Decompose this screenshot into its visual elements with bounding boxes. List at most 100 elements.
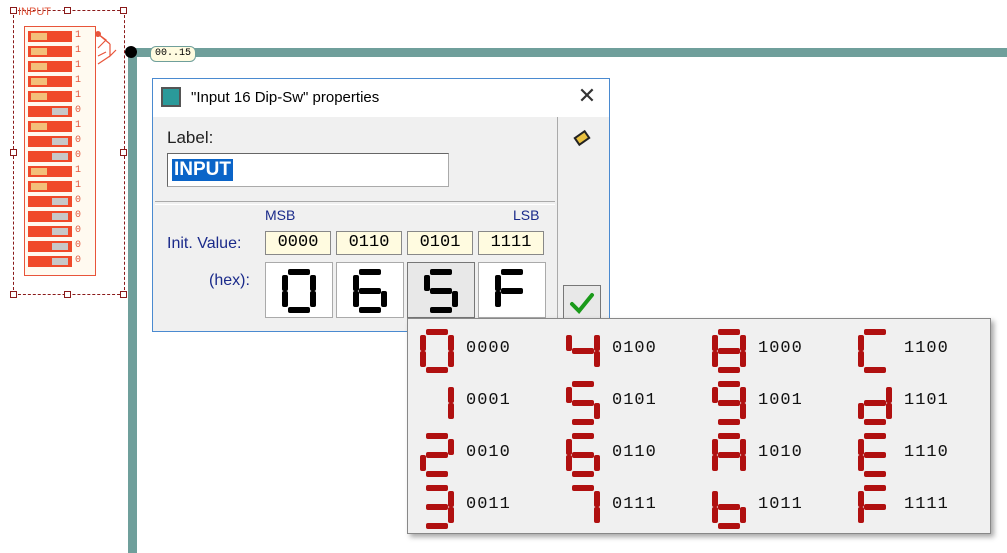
dip-switch[interactable] <box>28 196 72 207</box>
hex-reference-cell[interactable]: 0000 <box>412 323 558 375</box>
segment-c <box>594 455 600 471</box>
segment-c <box>740 351 746 367</box>
dip-switch[interactable] <box>28 46 72 57</box>
resize-handle[interactable] <box>64 291 71 298</box>
segment-f <box>353 275 359 291</box>
nibble-field[interactable]: 0000 <box>265 231 331 255</box>
segment-c <box>740 455 746 471</box>
hex-reference-cell[interactable]: 0101 <box>558 375 704 427</box>
segment-f <box>712 387 718 403</box>
nibble-field[interactable]: 0101 <box>407 231 473 255</box>
title-bar[interactable]: "Input 16 Dip-Sw" properties ✕ <box>153 79 609 117</box>
hex-reference-cell[interactable]: 1111 <box>850 479 996 531</box>
dip-switch[interactable] <box>28 76 72 87</box>
hex-digit-button[interactable] <box>265 262 333 318</box>
dip-switch-knob <box>31 63 47 70</box>
hex-reference-bits: 0011 <box>466 495 511 514</box>
seven-segment-digit <box>420 433 454 477</box>
dip-switch-bit: 0 <box>75 225 82 236</box>
segment-a <box>718 329 740 335</box>
segment-d <box>430 307 452 313</box>
segment-c <box>448 403 454 419</box>
dip-switch[interactable] <box>28 106 72 117</box>
segment-f <box>420 335 426 351</box>
dip-switch-bit: 0 <box>75 210 82 221</box>
dip-switch-knob <box>52 198 68 205</box>
dip-switch-knob <box>31 123 47 130</box>
resize-handle[interactable] <box>64 7 71 14</box>
label-input[interactable]: INPUT <box>167 153 449 187</box>
segment-f <box>282 275 288 291</box>
hex-reference-bits: 1111 <box>904 495 949 514</box>
hex-digit-button[interactable] <box>336 262 404 318</box>
resize-handle[interactable] <box>120 7 127 14</box>
dip-switch[interactable] <box>28 121 72 132</box>
nibble-field[interactable]: 1111 <box>478 231 544 255</box>
segment-d <box>864 367 886 373</box>
dip-switch[interactable] <box>28 181 72 192</box>
hex-reference-bits: 1000 <box>758 339 803 358</box>
segment-c <box>594 507 600 523</box>
segment-c <box>381 291 387 307</box>
dip-switch[interactable] <box>28 166 72 177</box>
close-icon: ✕ <box>577 83 597 108</box>
hex-reference-cell[interactable]: 1001 <box>704 375 850 427</box>
dip-switch-knob <box>52 213 68 220</box>
hex-reference-bits: 0100 <box>612 339 657 358</box>
segment-e <box>858 403 864 419</box>
hex-reference-cell[interactable]: 0001 <box>412 375 558 427</box>
hex-reference-cell[interactable]: 1101 <box>850 375 996 427</box>
dip-switch-body[interactable]: 1 1 1 1 1 0 1 0 0 1 1 0 0 0 0 0 <box>24 26 96 276</box>
hex-reference-bits: 0001 <box>466 391 511 410</box>
dip-switch[interactable] <box>28 256 72 267</box>
dip-switch[interactable] <box>28 136 72 147</box>
hex-reference-cell[interactable]: 1000 <box>704 323 850 375</box>
hex-reference-cell[interactable]: 0100 <box>558 323 704 375</box>
dip-switch[interactable] <box>28 226 72 237</box>
segment-d <box>718 523 740 529</box>
nibble-field[interactable]: 0110 <box>336 231 402 255</box>
hex-reference-cell[interactable]: 1110 <box>850 427 996 479</box>
bus-horizontal[interactable] <box>128 48 1007 57</box>
hex-digit-button[interactable] <box>407 262 475 318</box>
segment-a <box>718 381 740 387</box>
bus-vertical[interactable] <box>128 48 137 553</box>
hex-reference-cell[interactable]: 1010 <box>704 427 850 479</box>
resize-handle[interactable] <box>10 291 17 298</box>
hex-reference-cell[interactable]: 0010 <box>412 427 558 479</box>
hex-reference-cell[interactable]: 0110 <box>558 427 704 479</box>
component-label: INPUT <box>18 6 51 18</box>
label-caption: Label: <box>167 128 214 147</box>
dip-switch[interactable] <box>28 31 72 42</box>
close-button[interactable]: ✕ <box>573 85 601 109</box>
segment-c <box>310 291 316 307</box>
ok-button[interactable] <box>563 285 601 321</box>
dip-switch[interactable] <box>28 211 72 222</box>
seven-segment-digit <box>566 381 600 425</box>
chip-icon[interactable] <box>571 127 593 149</box>
hex-reference-cell[interactable]: 0111 <box>558 479 704 531</box>
resize-handle[interactable] <box>10 149 17 156</box>
segment-c <box>448 351 454 367</box>
hex-reference-cell[interactable]: 1100 <box>850 323 996 375</box>
segment-d <box>426 471 448 477</box>
dip-switch[interactable] <box>28 91 72 102</box>
dip-switch[interactable] <box>28 61 72 72</box>
segment-d <box>572 471 594 477</box>
segment-g <box>501 288 523 294</box>
resize-handle[interactable] <box>120 291 127 298</box>
segment-b <box>310 275 316 291</box>
hex-reference-cell[interactable]: 0011 <box>412 479 558 531</box>
resize-handle[interactable] <box>120 149 127 156</box>
dip-switch[interactable] <box>28 241 72 252</box>
segment-f <box>566 439 572 455</box>
seven-segment-digit <box>858 329 886 373</box>
seven-segment-digit <box>566 433 600 477</box>
hex-digit-button[interactable] <box>478 262 546 318</box>
dip-switch[interactable] <box>28 151 72 162</box>
segment-a <box>864 485 886 491</box>
segment-d <box>288 307 310 313</box>
segment-b <box>448 387 454 403</box>
resize-handle[interactable] <box>10 7 17 14</box>
hex-reference-cell[interactable]: 1011 <box>704 479 850 531</box>
